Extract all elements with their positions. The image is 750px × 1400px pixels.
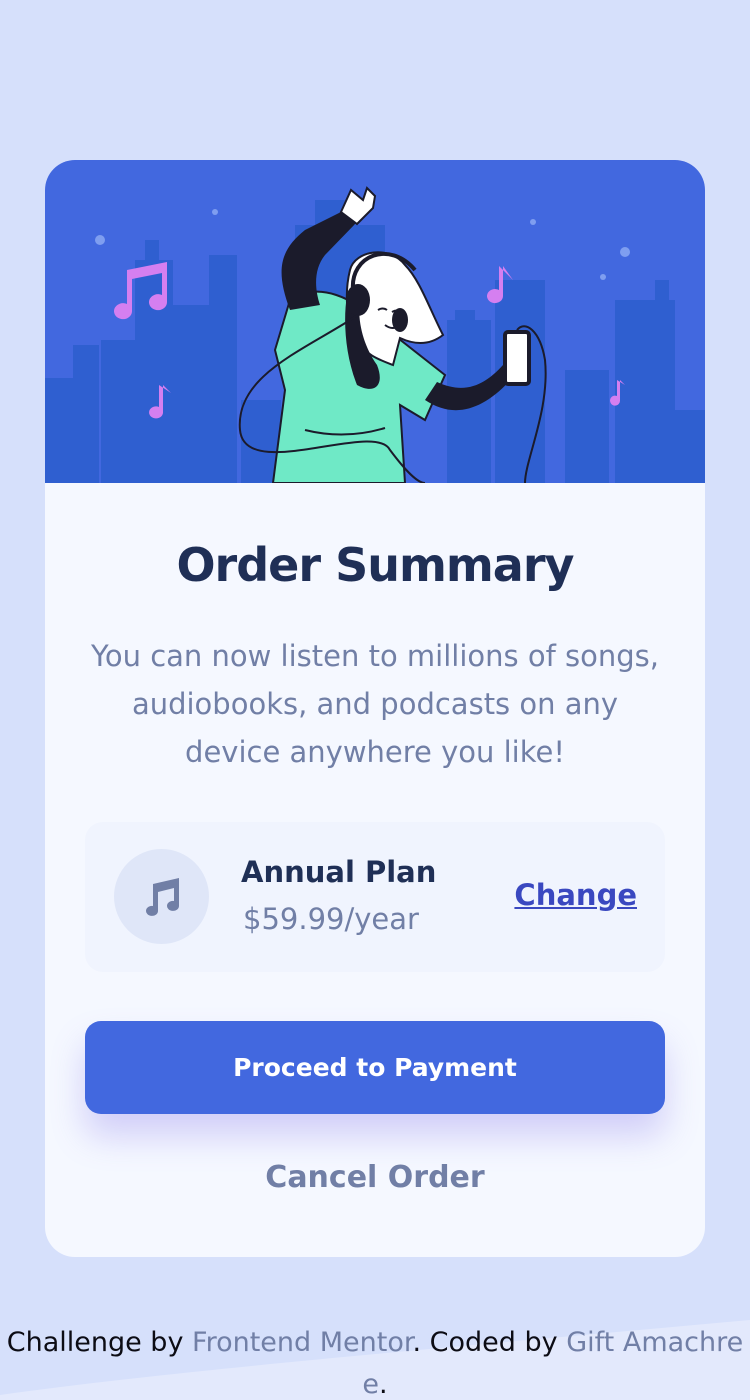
order-summary-card: Order Summary You can now listen to mill… bbox=[45, 160, 705, 1257]
plan-price: $59.99/year bbox=[243, 902, 419, 936]
footer-suffix: . bbox=[379, 1369, 388, 1400]
change-plan-link[interactable]: Change bbox=[514, 878, 637, 912]
music-note-icon bbox=[114, 849, 209, 944]
plan-summary: Annual Plan $59.99/year Change bbox=[85, 822, 665, 972]
page-title: Order Summary bbox=[176, 538, 574, 592]
summary-description: You can now listen to millions of songs,… bbox=[90, 639, 659, 769]
footer-middle: . Coded by bbox=[412, 1327, 567, 1358]
proceed-to-payment-button[interactable]: Proceed to Payment bbox=[85, 1021, 665, 1114]
cancel-order-button[interactable]: Cancel Order bbox=[85, 1155, 665, 1200]
attribution-footer: Challenge by Frontend Mentor. Coded by G… bbox=[0, 1322, 750, 1400]
frontend-mentor-link[interactable]: Frontend Mentor bbox=[192, 1327, 412, 1358]
plan-name: Annual Plan bbox=[241, 855, 437, 889]
hero-illustration bbox=[45, 160, 705, 483]
footer-prefix: Challenge by bbox=[6, 1327, 193, 1358]
